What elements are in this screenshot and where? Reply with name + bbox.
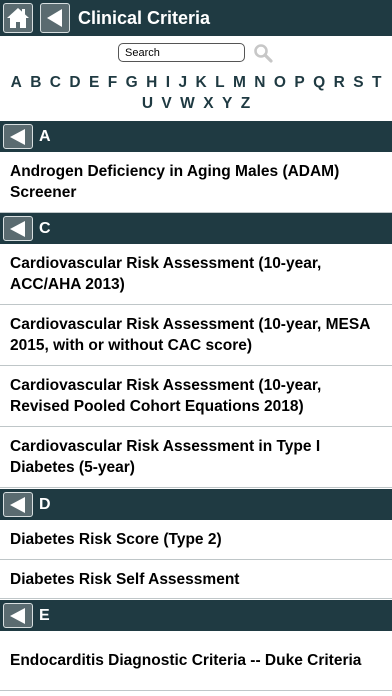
list-item-label: Cardiovascular Risk Assessment (10-year,… xyxy=(10,255,322,293)
list-item[interactable]: Cardiovascular Risk Assessment (10-year,… xyxy=(0,305,392,366)
alphabet-letter-z[interactable]: Z xyxy=(239,95,253,112)
back-arrow-icon xyxy=(10,128,25,145)
alphabet-letter-a[interactable]: A xyxy=(9,74,24,91)
section-header-d: D xyxy=(0,489,392,520)
home-icon xyxy=(7,8,29,28)
alphabet-letter-d[interactable]: D xyxy=(67,74,82,91)
alphabet-letter-i[interactable]: I xyxy=(164,74,172,91)
search-row xyxy=(0,36,392,70)
alphabet-letter-e[interactable]: E xyxy=(87,74,101,91)
list-item[interactable]: Diabetes Risk Score (Type 2) xyxy=(0,520,392,560)
list-item-label: Cardiovascular Risk Assessment (10-year,… xyxy=(10,316,370,354)
home-button[interactable] xyxy=(3,3,33,33)
back-button[interactable] xyxy=(40,3,70,33)
list-item[interactable]: Diabetes Risk Self Assessment xyxy=(0,560,392,599)
alphabet-letter-f[interactable]: F xyxy=(106,74,120,91)
alphabet-letter-g[interactable]: G xyxy=(124,74,140,91)
alphabet-letter-q[interactable]: Q xyxy=(311,74,327,91)
section-letter: E xyxy=(39,606,50,624)
alphabet-letter-n[interactable]: N xyxy=(252,74,267,91)
list-item-label: Cardiovascular Risk Assessment in Type I… xyxy=(10,438,321,476)
section-header-e: E xyxy=(0,600,392,631)
alphabet-letter-s[interactable]: S xyxy=(351,74,365,91)
list-item[interactable]: Endocarditis Diagnostic Criteria -- Duke… xyxy=(0,631,392,691)
top-bar: Clinical Criteria xyxy=(0,0,392,36)
alphabet-letter-o[interactable]: O xyxy=(272,74,288,91)
list-item-label: Cardiovascular Risk Assessment (10-year,… xyxy=(10,377,322,415)
list-item-label: Endocarditis Diagnostic Criteria -- Duke… xyxy=(10,652,362,669)
alphabet-letter-r[interactable]: R xyxy=(332,74,347,91)
alphabet-letter-v[interactable]: V xyxy=(159,95,173,112)
section-header-c: C xyxy=(0,213,392,244)
back-arrow-icon xyxy=(10,496,25,513)
alphabet-index: A B C D E F G H I J K L M N O P Q R S T … xyxy=(0,72,392,118)
magnifier-icon[interactable] xyxy=(253,43,273,63)
section-letter: C xyxy=(39,219,51,237)
list-item[interactable]: Cardiovascular Risk Assessment in Type I… xyxy=(0,427,392,488)
alphabet-letter-m[interactable]: M xyxy=(231,74,248,91)
alphabet-letter-j[interactable]: J xyxy=(176,74,189,91)
search-input[interactable] xyxy=(118,43,245,62)
list-item-label: Diabetes Risk Self Assessment xyxy=(10,570,240,588)
alphabet-letter-c[interactable]: C xyxy=(48,74,63,91)
section-back-button[interactable] xyxy=(3,603,33,628)
section-back-button[interactable] xyxy=(3,492,33,517)
back-arrow-icon xyxy=(10,220,25,237)
section-letter: D xyxy=(39,495,51,513)
section-letter: A xyxy=(39,127,51,145)
section-header-a: A xyxy=(0,121,392,152)
list-item[interactable]: Androgen Deficiency in Aging Males (ADAM… xyxy=(0,152,392,213)
alphabet-letter-x[interactable]: X xyxy=(201,95,215,112)
alphabet-letter-k[interactable]: K xyxy=(193,74,208,91)
list-item[interactable]: Cardiovascular Risk Assessment (10-year,… xyxy=(0,244,392,305)
section-back-button[interactable] xyxy=(3,124,33,149)
alphabet-letter-b[interactable]: B xyxy=(28,74,43,91)
list-item-label: Androgen Deficiency in Aging Males (ADAM… xyxy=(10,163,340,201)
alphabet-letter-p[interactable]: P xyxy=(292,74,306,91)
list-item-label: Diabetes Risk Score (Type 2) xyxy=(10,531,222,548)
back-arrow-icon xyxy=(47,9,62,27)
alphabet-letter-y[interactable]: Y xyxy=(220,95,234,112)
section-back-button[interactable] xyxy=(3,216,33,241)
page-title: Clinical Criteria xyxy=(78,8,211,28)
alphabet-letter-t[interactable]: T xyxy=(370,74,384,91)
list-item[interactable]: Cardiovascular Risk Assessment (10-year,… xyxy=(0,366,392,427)
alphabet-letter-h[interactable]: H xyxy=(144,74,159,91)
alphabet-letter-l[interactable]: L xyxy=(213,74,227,91)
back-arrow-icon xyxy=(10,607,25,624)
alphabet-letter-u[interactable]: U xyxy=(140,95,155,112)
alphabet-letter-w[interactable]: W xyxy=(178,95,197,112)
